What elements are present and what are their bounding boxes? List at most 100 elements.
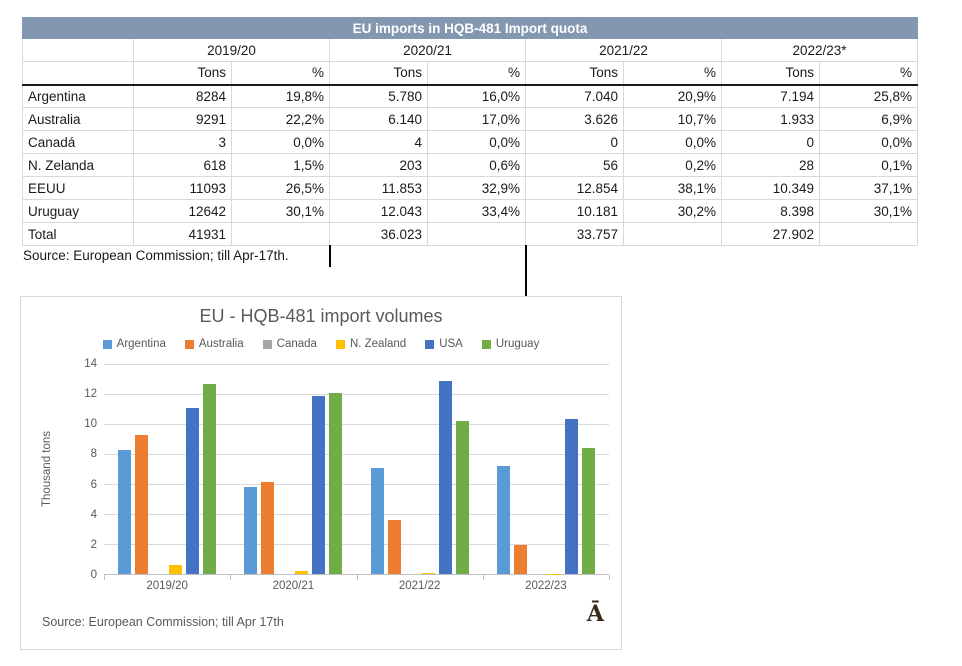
tons-header: Tons	[134, 62, 232, 85]
value-cell: 33,4%	[428, 200, 526, 223]
legend-swatch-icon	[185, 340, 194, 349]
y-tick-label: 6	[63, 479, 97, 491]
legend-label: Australia	[199, 338, 244, 350]
imports-table: EU imports in HQB-481 Import quota 2019/…	[22, 17, 918, 246]
value-cell: 4	[330, 131, 428, 154]
bars-row	[104, 364, 609, 574]
year-header: 2021/22	[526, 39, 722, 62]
bar-group-2021/22	[357, 364, 483, 574]
legend-item: Australia	[185, 338, 244, 350]
value-cell: 37,1%	[820, 177, 918, 200]
tons-header: Tons	[722, 62, 820, 85]
row-label: Australia	[23, 108, 134, 131]
value-cell: 7.040	[526, 85, 624, 108]
legend-swatch-icon	[263, 340, 272, 349]
legend-swatch-icon	[103, 340, 112, 349]
value-cell: 30,1%	[820, 200, 918, 223]
bar-group-2022/23	[483, 364, 609, 574]
bar-N. Zealand-2019/20	[169, 565, 182, 574]
bar-Argentina-2020/21	[244, 487, 257, 574]
table-row: Canadá30,0%40,0%00,0%00,0%	[23, 131, 918, 154]
plot-area	[104, 364, 609, 575]
value-cell: 20,9%	[624, 85, 722, 108]
bar-Argentina-2022/23	[497, 466, 510, 574]
value-cell: 0,0%	[232, 131, 330, 154]
value-cell: 26,5%	[232, 177, 330, 200]
bar-Australia-2022/23	[514, 545, 527, 574]
bar-Australia-2020/21	[261, 482, 274, 574]
table-subheader-row: Tons % Tons % Tons % Tons %	[23, 62, 918, 85]
table-group-divider	[329, 245, 331, 267]
value-cell: 19,8%	[232, 85, 330, 108]
value-cell: 12642	[134, 200, 232, 223]
table-row: N. Zelanda6181,5%2030,6%560,2%280,1%	[23, 154, 918, 177]
pct-header: %	[624, 62, 722, 85]
year-header: 2020/21	[330, 39, 526, 62]
bar-group-2020/21	[230, 364, 356, 574]
y-tick-label: 14	[63, 358, 97, 370]
value-cell: 36.023	[330, 223, 428, 246]
legend-label: Argentina	[117, 338, 166, 350]
axis-tick	[609, 575, 610, 580]
bar-Uruguay-2019/20	[203, 384, 216, 574]
legend-label: Uruguay	[496, 338, 539, 350]
row-label: Total	[23, 223, 134, 246]
table-group-divider	[525, 245, 527, 296]
chart-source-note: Source: European Commission; till Apr 17…	[42, 615, 284, 629]
legend-swatch-icon	[482, 340, 491, 349]
legend-item: Argentina	[103, 338, 166, 350]
value-cell: 6.140	[330, 108, 428, 131]
pct-header: %	[820, 62, 918, 85]
row-label: EEUU	[23, 177, 134, 200]
value-cell	[820, 223, 918, 246]
legend-item: USA	[425, 338, 463, 350]
table-row: Total4193136.02333.75727.902	[23, 223, 918, 246]
corner-cell	[23, 39, 134, 62]
value-cell: 25,8%	[820, 85, 918, 108]
bar-group-2019/20	[104, 364, 230, 574]
row-label: Uruguay	[23, 200, 134, 223]
legend-item: N. Zealand	[336, 338, 406, 350]
value-cell: 12.854	[526, 177, 624, 200]
bar-Australia-2019/20	[135, 435, 148, 574]
value-cell	[232, 223, 330, 246]
row-label: N. Zelanda	[23, 154, 134, 177]
legend-label: Canada	[277, 338, 317, 350]
bar-Uruguay-2022/23	[582, 448, 595, 574]
value-cell: 0,0%	[428, 131, 526, 154]
bar-Australia-2021/22	[388, 520, 401, 574]
value-cell	[428, 223, 526, 246]
chart-legend: Argentina Australia Canada N. Zealand USA Uru…	[21, 338, 621, 350]
legend-label: N. Zealand	[350, 338, 406, 350]
value-cell	[624, 223, 722, 246]
row-label: Argentina	[23, 85, 134, 108]
row-label: Canadá	[23, 131, 134, 154]
value-cell: 9291	[134, 108, 232, 131]
value-cell: 1,5%	[232, 154, 330, 177]
table-row: EEUU1109326,5%11.85332,9%12.85438,1%10.3…	[23, 177, 918, 200]
x-tick-label: 2019/20	[146, 580, 188, 592]
bar-N. Zealand-2021/22	[422, 573, 435, 574]
bar-USA-2021/22	[439, 381, 452, 574]
legend-label: USA	[439, 338, 463, 350]
corner-cell	[23, 62, 134, 85]
value-cell: 618	[134, 154, 232, 177]
value-cell: 10.349	[722, 177, 820, 200]
value-cell: 8.398	[722, 200, 820, 223]
tons-header: Tons	[526, 62, 624, 85]
table-title-row: EU imports in HQB-481 Import quota	[23, 18, 918, 39]
bar-N. Zealand-2020/21	[295, 571, 308, 574]
legend-swatch-icon	[425, 340, 434, 349]
value-cell: 10.181	[526, 200, 624, 223]
value-cell: 10,7%	[624, 108, 722, 131]
tons-header: Tons	[330, 62, 428, 85]
y-tick-label: 0	[63, 569, 97, 581]
value-cell: 1.933	[722, 108, 820, 131]
value-cell: 0,0%	[820, 131, 918, 154]
value-cell: 22,2%	[232, 108, 330, 131]
legend-swatch-icon	[336, 340, 345, 349]
table-year-header-row: 2019/20 2020/21 2021/22 2022/23*	[23, 39, 918, 62]
table-title: EU imports in HQB-481 Import quota	[23, 18, 918, 39]
legend-item: Canada	[263, 338, 317, 350]
bar-Uruguay-2020/21	[329, 393, 342, 574]
